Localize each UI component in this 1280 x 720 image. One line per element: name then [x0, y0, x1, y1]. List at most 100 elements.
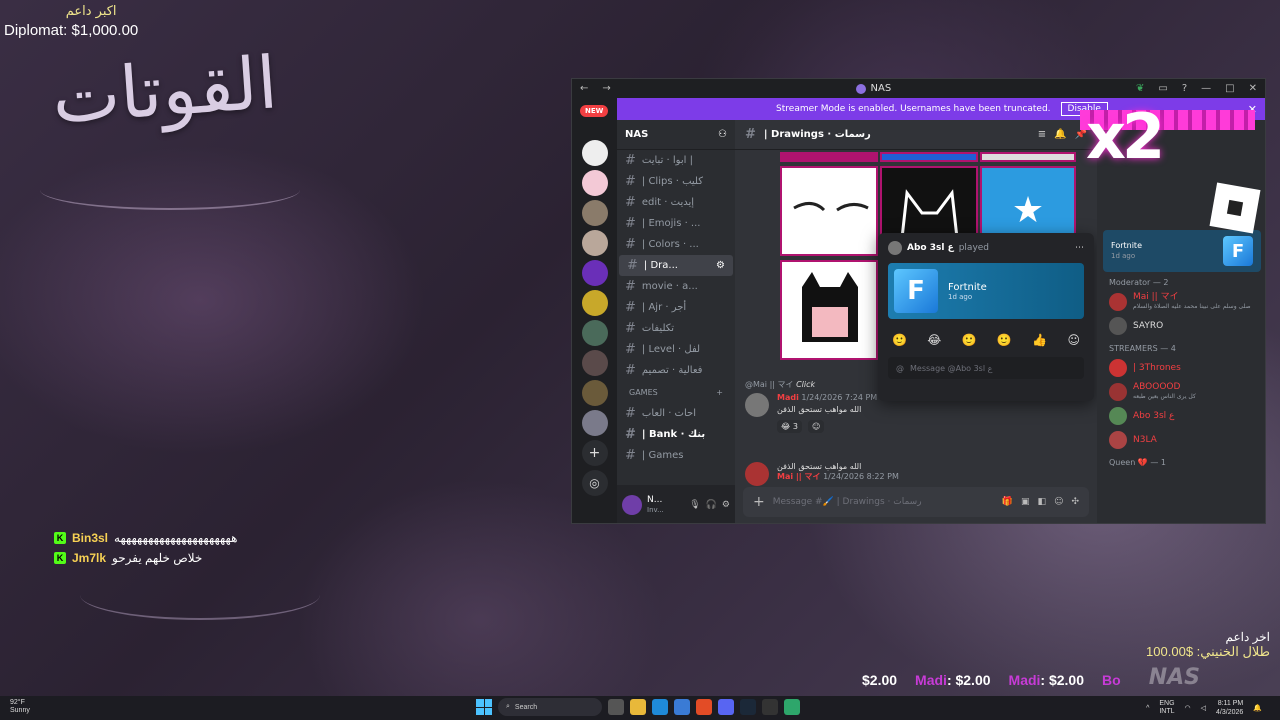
- channel-item[interactable]: # ابوا · تبايت |: [617, 150, 735, 171]
- channel-item-drawings[interactable]: # | Dra... ⚙: [619, 255, 733, 276]
- gift-icon[interactable]: 🎁: [1002, 497, 1013, 507]
- discover-icon[interactable]: ◎: [581, 470, 608, 496]
- weather-widget[interactable]: 92°F Sunny: [10, 699, 30, 715]
- drawing-image[interactable]: [980, 152, 1076, 162]
- channel-item[interactable]: # | Colors · ...: [617, 234, 735, 255]
- bell-icon[interactable]: 🔔: [1054, 129, 1066, 140]
- gif-icon[interactable]: ▣: [1021, 497, 1030, 507]
- file-explorer-icon[interactable]: [630, 699, 646, 715]
- server-icon[interactable]: [581, 230, 608, 256]
- avatar[interactable]: [888, 241, 902, 255]
- category-games[interactable]: GAMES +: [617, 381, 735, 403]
- channel-item[interactable]: # | Ajr · أجر: [617, 297, 735, 318]
- channel-item[interactable]: # احات · العاب: [617, 403, 735, 424]
- clock[interactable]: 8:11 PM 4/3/2026: [1216, 699, 1243, 717]
- server-icon[interactable]: [581, 350, 608, 376]
- maximize-icon[interactable]: □: [1225, 83, 1234, 94]
- channel-item[interactable]: # تكليفات: [617, 318, 735, 339]
- member-item[interactable]: N3LA: [1097, 428, 1265, 452]
- store-icon[interactable]: [674, 699, 690, 715]
- message-author[interactable]: Mai || マイ: [777, 472, 821, 481]
- inbox-icon[interactable]: ▭: [1158, 83, 1167, 94]
- channel-item[interactable]: # | Clips · كليب: [617, 171, 735, 192]
- channel-item[interactable]: # | Games: [617, 445, 735, 466]
- game-card[interactable]: F Fortnite 1d ago: [888, 263, 1084, 319]
- message-author[interactable]: Madi: [777, 393, 799, 402]
- leaf-icon[interactable]: ❦: [1136, 83, 1144, 94]
- drawing-image-batman[interactable]: [780, 260, 878, 360]
- server-icon[interactable]: [581, 290, 608, 316]
- reaction-option[interactable]: 😂: [927, 333, 941, 347]
- server-icon[interactable]: [581, 200, 608, 226]
- reaction-laugh[interactable]: 😂 3: [777, 420, 802, 433]
- add-friends-icon[interactable]: ⚇: [718, 129, 727, 140]
- member-item[interactable]: ABOOOOD كل يرى الناس بعين طبعه: [1097, 380, 1265, 404]
- discord-app-icon[interactable]: [718, 699, 734, 715]
- popup-user[interactable]: Abo 3sl ع: [907, 243, 954, 253]
- minimize-icon[interactable]: —: [1201, 83, 1211, 94]
- obs-icon[interactable]: [762, 699, 778, 715]
- reply-click[interactable]: Click: [796, 380, 815, 389]
- emoji-icon[interactable]: ☺: [1054, 497, 1063, 507]
- drawing-image[interactable]: [880, 152, 978, 162]
- reaction-option[interactable]: ☺: [1067, 333, 1080, 347]
- reaction-option[interactable]: 🙂: [962, 333, 977, 347]
- plus-icon[interactable]: +: [753, 494, 765, 510]
- member-item[interactable]: Abo 3sl ع: [1097, 404, 1265, 428]
- server-icon[interactable]: [581, 410, 608, 436]
- drawing-image[interactable]: [780, 152, 878, 162]
- reaction-option[interactable]: 👍: [1032, 333, 1047, 347]
- channel-item[interactable]: # edit · إيديت: [617, 192, 735, 213]
- microphone-icon[interactable]: 🎙: [689, 500, 700, 510]
- add-reaction-icon[interactable]: ☺: [807, 420, 825, 433]
- sticker-icon[interactable]: ◧: [1038, 497, 1047, 507]
- channel-item[interactable]: # | Emojis · ...: [617, 213, 735, 234]
- channel-item[interactable]: # فعالية · تصميم: [617, 360, 735, 381]
- add-channel-icon[interactable]: +: [716, 388, 723, 397]
- notification-bell-icon[interactable]: 🔔: [1253, 704, 1262, 712]
- reaction-option[interactable]: 🙂: [892, 333, 907, 347]
- windows-start-icon[interactable]: [476, 699, 492, 715]
- server-icon-nas[interactable]: [581, 260, 608, 286]
- avatar[interactable]: [745, 462, 769, 486]
- back-arrow-icon[interactable]: ←: [580, 83, 588, 94]
- reaction-option[interactable]: 🙂: [997, 333, 1012, 347]
- brave-icon[interactable]: [696, 699, 712, 715]
- server-header[interactable]: NAS ⚇: [617, 120, 735, 150]
- server-icon[interactable]: [581, 320, 608, 346]
- channel-item[interactable]: # movie · a...: [617, 276, 735, 297]
- channel-item[interactable]: # | Bank · بنك: [617, 424, 735, 445]
- tray-chevron-icon[interactable]: ^: [1146, 705, 1149, 712]
- member-item[interactable]: | 3Thrones: [1097, 356, 1265, 380]
- wifi-icon[interactable]: ◠: [1185, 704, 1191, 712]
- language-indicator[interactable]: ENG INTL: [1159, 700, 1174, 716]
- app-icon[interactable]: [784, 699, 800, 715]
- server-icon[interactable]: [581, 380, 608, 406]
- member-activity-card[interactable]: Fortnite 1d ago F: [1103, 230, 1261, 272]
- member-item[interactable]: Mai || マイ صلى وسلم على نبينا محمد عليه ال…: [1097, 290, 1265, 314]
- steam-icon[interactable]: [740, 699, 756, 715]
- add-server-icon[interactable]: +: [581, 440, 608, 466]
- avatar[interactable]: [745, 393, 769, 417]
- channel-item[interactable]: # | Level · لفل: [617, 339, 735, 360]
- help-icon[interactable]: ?: [1182, 83, 1187, 94]
- avatar[interactable]: [622, 495, 642, 515]
- taskbar-search[interactable]: ⌕ Search: [498, 698, 602, 716]
- more-options-icon[interactable]: ⋯: [1075, 243, 1084, 253]
- close-icon[interactable]: ✕: [1249, 83, 1257, 94]
- settings-gear-icon[interactable]: ⚙: [722, 500, 730, 510]
- server-icon-realmadrid[interactable]: [581, 140, 608, 166]
- message-composer[interactable]: + Message #🖌️ | Drawings · رسمات 🎁 ▣ ◧ ☺…: [743, 487, 1089, 517]
- popup-message-input[interactable]: @ Message @Abo 3sl ع: [888, 357, 1084, 379]
- apps-icon[interactable]: ✣: [1071, 497, 1079, 507]
- threads-icon[interactable]: ≡: [1038, 129, 1046, 140]
- drawing-image-eyes[interactable]: [780, 166, 878, 256]
- member-item[interactable]: SAYRO: [1097, 314, 1265, 338]
- server-icon[interactable]: [581, 170, 608, 196]
- headphones-icon[interactable]: 🎧: [706, 500, 717, 510]
- volume-icon[interactable]: ◁: [1201, 704, 1206, 712]
- task-view-icon[interactable]: [608, 699, 624, 715]
- forward-arrow-icon[interactable]: →: [602, 83, 610, 94]
- edge-icon[interactable]: [652, 699, 668, 715]
- gear-icon[interactable]: ⚙: [716, 260, 725, 271]
